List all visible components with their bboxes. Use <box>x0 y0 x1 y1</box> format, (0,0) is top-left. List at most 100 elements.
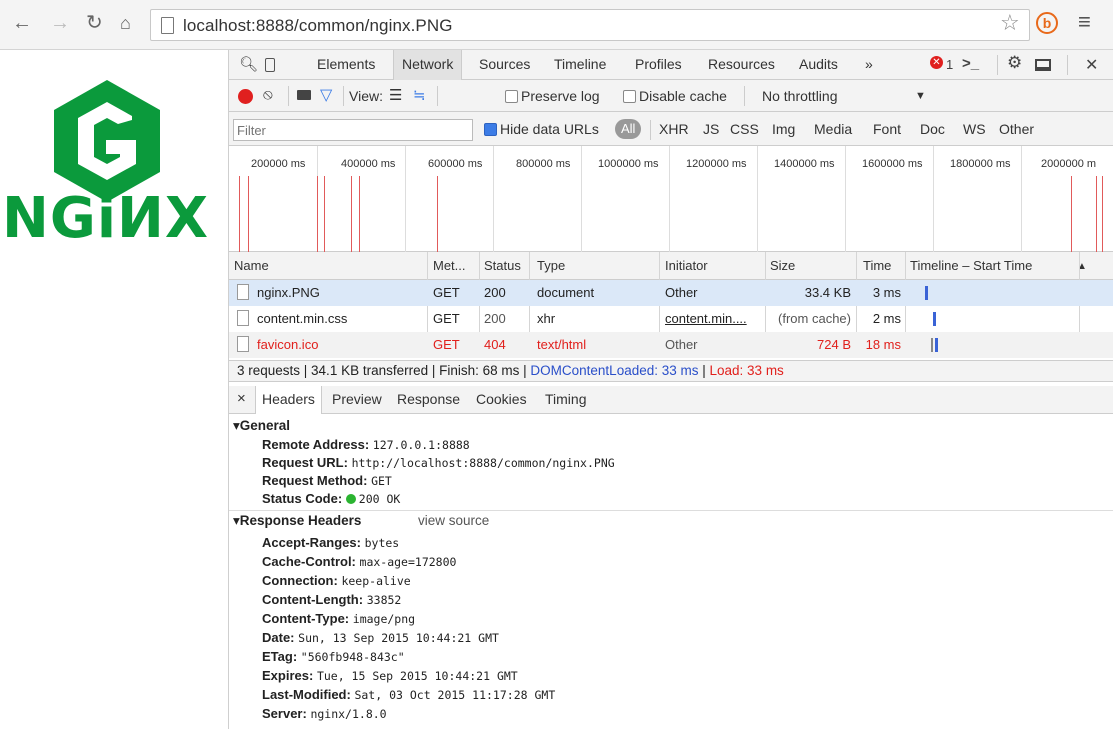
tab-network[interactable]: Network <box>393 50 463 80</box>
overview-gridline <box>933 146 934 252</box>
clear-icon[interactable]: ⦸ <box>263 86 273 103</box>
checkbox-unchecked[interactable] <box>505 90 518 103</box>
preserve-log-checkbox[interactable]: Preserve log <box>505 88 600 104</box>
request-name[interactable]: favicon.ico <box>257 337 318 352</box>
col-name[interactable]: Name <box>234 258 269 273</box>
home-icon[interactable]: ⌂ <box>120 12 131 34</box>
disclosure-triangle-icon[interactable]: ▾ <box>233 513 240 528</box>
close-devtools-icon[interactable]: ✕ <box>1085 55 1098 75</box>
col-status[interactable]: Status <box>484 258 521 273</box>
section-divider <box>229 510 1113 511</box>
col-method[interactable]: Met... <box>433 258 466 273</box>
request-initiator-link[interactable]: content.min.... <box>665 311 759 326</box>
settings-gear-icon[interactable]: ⚙ <box>1007 53 1022 73</box>
tab-timeline[interactable]: Timeline <box>554 56 606 72</box>
menu-icon[interactable]: ≡ <box>1078 9 1091 35</box>
address-bar[interactable]: localhost:8888/common/nginx.PNG <box>150 9 1030 41</box>
back-arrow-icon[interactable]: ← <box>12 12 32 34</box>
request-name[interactable]: nginx.PNG <box>257 285 320 300</box>
header-value: GET <box>371 474 392 488</box>
disclosure-triangle-icon[interactable]: ▾ <box>233 418 240 433</box>
bookmark-star-icon[interactable]: ☆ <box>1000 10 1020 36</box>
filter-type-xhr[interactable]: XHR <box>659 121 689 137</box>
summary-text: 3 requests | 34.1 KB transferred | Finis… <box>237 363 531 378</box>
header-value: 127.0.0.1:8888 <box>372 438 470 452</box>
network-overview-timeline[interactable]: 200000 ms 400000 ms 600000 ms 800000 ms … <box>229 146 1113 252</box>
tab-resources[interactable]: Resources <box>708 56 775 72</box>
request-time: 2 ms <box>872 311 901 326</box>
tab-sources[interactable]: Sources <box>479 56 530 72</box>
extension-icon[interactable]: b <box>1036 12 1058 34</box>
error-count[interactable]: 1 <box>946 57 953 72</box>
filter-type-font[interactable]: Font <box>873 121 901 137</box>
table-row[interactable]: nginx.PNG GET 200 document Other 33.4 KB… <box>229 280 1113 306</box>
tab-timing[interactable]: Timing <box>545 391 587 407</box>
request-method: GET <box>433 311 460 326</box>
tab-overflow[interactable]: » <box>865 56 873 72</box>
filter-type-ws[interactable]: WS <box>963 121 986 137</box>
hide-data-urls-checkbox[interactable]: Hide data URLs <box>484 121 599 137</box>
filter-type-css[interactable]: CSS <box>730 121 759 137</box>
filter-type-js[interactable]: JS <box>703 121 719 137</box>
record-icon[interactable] <box>238 89 253 104</box>
file-icon <box>237 310 249 326</box>
filter-funnel-icon[interactable]: ▽ <box>320 85 332 105</box>
col-size[interactable]: Size <box>770 258 795 273</box>
filter-input[interactable] <box>234 120 464 140</box>
error-icon[interactable]: ✕ <box>930 56 943 69</box>
header-key: ETag: <box>262 649 298 664</box>
device-mode-icon[interactable] <box>265 58 275 72</box>
inspect-search-icon[interactable]: 🔍︎ <box>239 55 258 73</box>
filter-type-media[interactable]: Media <box>814 121 852 137</box>
url-text[interactable]: localhost:8888/common/nginx.PNG <box>183 16 453 36</box>
filter-field[interactable] <box>233 119 473 141</box>
tab-response[interactable]: Response <box>397 391 460 407</box>
general-section-title[interactable]: ▾General <box>233 418 290 434</box>
table-row[interactable]: favicon.ico GET 404 text/html Other 724 … <box>229 332 1113 358</box>
close-detail-icon[interactable]: × <box>237 390 246 407</box>
console-drawer-icon[interactable]: >_ <box>962 55 979 72</box>
request-size: 724 B <box>817 337 851 352</box>
request-initiator: Other <box>665 337 698 352</box>
checkbox-unchecked[interactable] <box>623 90 636 103</box>
forward-arrow-icon[interactable]: → <box>50 12 70 34</box>
browser-toolbar: ← → ↻ ⌂ localhost:8888/common/nginx.PNG … <box>0 0 1113 50</box>
tab-cookies[interactable]: Cookies <box>476 391 527 407</box>
network-toolbar: ⦸ ▽ View: ☰ ≒ Preserve log Disable cache… <box>229 80 1113 112</box>
preserve-log-label: Preserve log <box>521 88 600 104</box>
overview-waterfall-icon[interactable]: ≒ <box>413 86 426 104</box>
tab-preview[interactable]: Preview <box>332 391 382 407</box>
reload-icon[interactable]: ↻ <box>86 12 103 34</box>
response-headers-title[interactable]: ▾Response Headers <box>233 513 361 529</box>
tab-headers[interactable]: Headers <box>255 386 322 414</box>
checkbox-checked[interactable] <box>484 123 497 136</box>
capture-screenshots-icon[interactable] <box>297 90 311 100</box>
view-label: View: <box>349 88 383 104</box>
header-key: Expires: <box>262 668 314 683</box>
tab-audits[interactable]: Audits <box>799 56 838 72</box>
overview-tick-label: 2000000 m <box>1041 158 1097 170</box>
view-source-link[interactable]: view source <box>418 513 489 528</box>
tab-profiles[interactable]: Profiles <box>635 56 682 72</box>
filter-type-all[interactable]: All <box>615 119 642 139</box>
chevron-down-icon[interactable]: ▼ <box>915 90 926 102</box>
network-filter-bar: Hide data URLs All XHR JS CSS Img Media … <box>229 112 1113 146</box>
load-time: Load: 33 ms <box>709 363 784 378</box>
disable-cache-checkbox[interactable]: Disable cache <box>623 88 727 104</box>
col-initiator[interactable]: Initiator <box>665 258 708 273</box>
large-rows-icon[interactable]: ☰ <box>389 86 402 104</box>
file-icon <box>237 284 249 300</box>
filter-type-other[interactable]: Other <box>999 121 1034 137</box>
header-key: Content-Type: <box>262 611 350 626</box>
dock-icon[interactable] <box>1035 59 1051 71</box>
tab-elements[interactable]: Elements <box>317 56 375 72</box>
throttling-select[interactable]: No throttling <box>762 88 837 104</box>
table-row[interactable]: content.min.css GET 200 xhr content.min.… <box>229 306 1113 332</box>
request-name[interactable]: content.min.css <box>257 311 347 326</box>
request-time: 3 ms <box>872 285 901 300</box>
filter-type-doc[interactable]: Doc <box>920 121 945 137</box>
col-type[interactable]: Type <box>537 258 565 273</box>
col-time[interactable]: Time <box>863 258 891 273</box>
col-timeline[interactable]: Timeline – Start Time <box>910 258 1032 273</box>
filter-type-img[interactable]: Img <box>772 121 795 137</box>
